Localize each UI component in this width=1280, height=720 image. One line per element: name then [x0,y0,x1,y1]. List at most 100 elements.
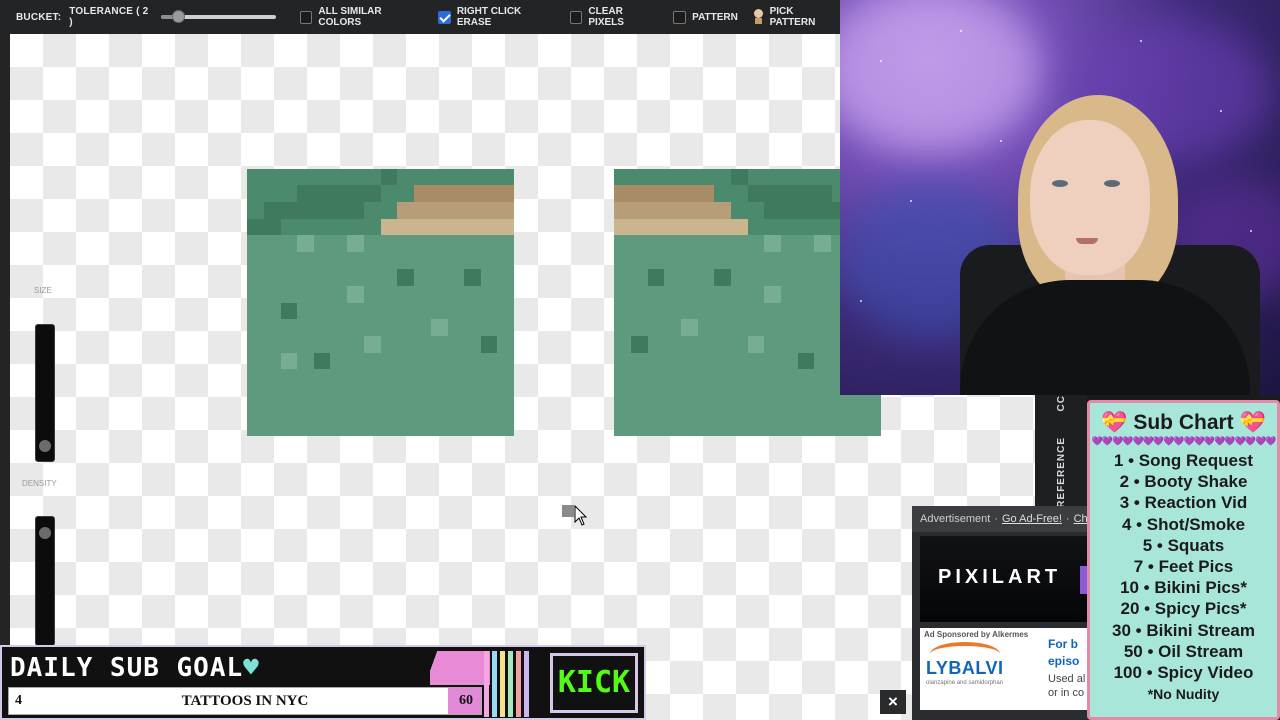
pick-pattern-icon [752,9,764,25]
arrow-cursor-icon [562,504,590,531]
all-similar-colors-option[interactable]: ALL SIMILAR COLORS [299,6,424,28]
advertisement-label: Advertisement [920,513,991,525]
sub-chart-item: 3 • Reaction Vid [1119,493,1248,513]
goal-title-text: DAILY SUB GOAL [10,653,244,683]
tile-sand-pixel [414,185,514,202]
tolerance-slider[interactable] [160,10,276,23]
kick-logo: KICK [550,653,638,713]
star [1220,110,1222,112]
lybalvi-body-line: or in co [1048,687,1085,699]
tile-dark-pixel [798,353,814,369]
sub-chart-item: 4 • Shot/Smoke [1121,514,1246,534]
sponsored-label: Ad Sponsored by Alkermes [924,630,1029,639]
tile-light-pixel [281,353,297,369]
sub-chart-item: 7 • Feet Pics [1133,557,1234,577]
ad-separator: · [994,513,998,525]
cc-tab[interactable]: CC [1056,395,1067,411]
goal-color-stripes [484,651,546,717]
tile-sand-pixel [614,219,748,235]
tile-dark-pixel [397,269,414,286]
lybalvi-ad[interactable]: Ad Sponsored by Alkermes LYBALVI olanzap… [920,628,1088,710]
goal-stripe [516,651,521,717]
right-click-erase-checkbox[interactable] [438,10,451,24]
density-slider-knob[interactable] [39,527,51,539]
tile-light-pixel [364,336,381,353]
tile-dark-pixel [281,303,297,319]
tile-dark-pixel [631,336,648,353]
tile-dark-pixel [464,269,481,286]
go-ad-free-link[interactable]: Go Ad-Free! [1002,513,1062,525]
goal-pink-band [430,651,490,685]
lybalvi-headline: For b episo [1048,636,1079,670]
tile-dark-pixel [297,185,381,202]
tile-dark-pixel [314,353,330,369]
goal-stripe [500,651,505,717]
reference-tab[interactable]: REFERENCE [1056,437,1067,508]
clear-pixels-checkbox[interactable] [569,10,583,24]
lybalvi-brand: LYBALVI [926,658,1004,678]
bucket-toolbar: BUCKET: TOLERANCE ( 2 ) ALL SIMILAR COLO… [0,0,840,34]
density-slider[interactable] [35,516,55,646]
pattern-option[interactable]: PATTERN [673,10,738,24]
clear-pixels-option[interactable]: CLEAR PIXELS [569,6,659,28]
pattern-checkbox[interactable] [673,10,687,24]
right-click-erase-label: RIGHT CLICK ERASE [456,6,522,28]
pixilart-banner[interactable]: PIXILART [920,536,1088,622]
daily-sub-goal-widget: DAILY SUB GOAL♥ 4 TATTOOS IN NYC 60 KICK [0,645,646,720]
streamer-eye [1104,180,1120,187]
streamer-mouth [1076,238,1098,244]
tile-light-pixel [297,235,314,252]
goal-stripe [492,651,497,717]
chat-link[interactable]: Cha [1074,513,1088,525]
star [1000,140,1002,142]
right-click-erase-option[interactable]: RIGHT CLICK ERASE [438,6,556,28]
tile-dark-pixel [648,269,664,286]
sub-chart-list: 1 • Song Request 2 • Booty Shake 3 • React… [1090,450,1277,683]
lybalvi-headline-line: For b [1048,637,1078,651]
sub-chart-item: 5 • Squats [1142,535,1225,555]
nebula-glow [840,0,1040,150]
sub-chart-note: *No Nudity [1147,686,1220,703]
star [1140,40,1142,42]
star [1250,230,1252,232]
pick-pattern-label: PICK PATTERN [769,6,816,28]
tile-light-pixel [748,336,764,353]
close-icon[interactable]: × [880,690,906,714]
size-slider[interactable] [35,324,55,462]
heart-icon: ♥ [243,653,260,683]
goal-name: TATTOOS IN NYC [181,693,309,709]
size-slider-knob[interactable] [39,440,51,452]
tile-light-pixel [681,319,698,336]
advertisement-box: Advertisement · Go Ad-Free! · Cha PIXILA… [912,506,1088,720]
tile-sand-pixel [381,219,514,235]
sub-chart-title: 💝 Sub Chart 💝 [1101,411,1266,434]
tolerance-slider-knob[interactable] [171,10,185,23]
clear-pixels-label: CLEAR PIXELS [588,6,624,28]
goal-target: 60 [459,693,473,708]
star [880,60,882,62]
all-similar-colors-label: ALL SIMILAR COLORS [318,6,382,28]
streamer-face [1030,120,1150,275]
tile-dark-pixel [481,336,497,353]
lybalvi-body-line: Used al [1048,673,1086,685]
all-similar-colors-checkbox[interactable] [299,10,313,24]
tile-light-pixel [764,235,781,252]
lybalvi-fine-print: olanzapine and samidorphan [926,680,1004,686]
bucket-label: BUCKET: [16,11,62,23]
tile-dark-pixel [264,202,364,219]
pick-pattern-button[interactable]: PICK PATTERN [752,6,840,28]
tile-light-pixel [431,319,448,336]
goal-stripe [484,651,489,717]
sub-chart-item: 100 • Spicy Video [1113,663,1254,683]
sub-chart-item: 10 • Bikini Pics* [1120,578,1247,598]
goal-stripe [524,651,529,717]
star [860,300,862,302]
sub-chart-item: 50 • Oil Stream [1123,641,1244,661]
lybalvi-body: Used al or in co [1048,672,1085,700]
tile-light-pixel [814,235,831,252]
star [910,200,912,202]
sub-chart-item: 2 • Booty Shake [1119,472,1248,492]
sub-chart-panel: 💝 Sub Chart 💝 💜💜💜💜💜💜💜💜💜💜💜💜💜💜💜💜💜💜 1 • Son… [1087,400,1280,720]
webcam-feed [840,0,1280,395]
tile-sand-pixel [397,202,514,219]
